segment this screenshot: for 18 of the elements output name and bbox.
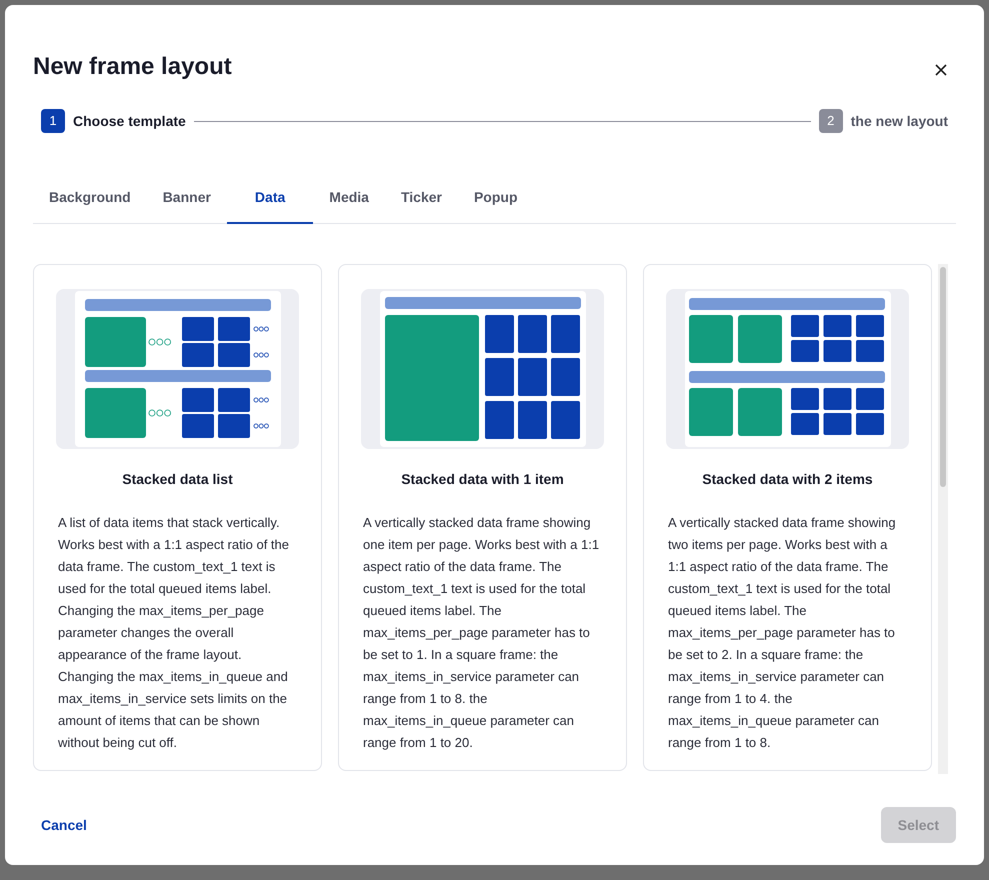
template-title: Stacked data with 1 item [400, 470, 565, 489]
cancel-link[interactable]: Cancel [33, 814, 95, 836]
template-title: Stacked data with 2 items [701, 470, 874, 489]
template-title: Stacked data list [121, 470, 234, 489]
tab[interactable]: Media [313, 187, 385, 224]
dialog-title: New frame layout [33, 52, 232, 82]
step-number: 1 [41, 109, 65, 133]
step-label: Choose template [73, 112, 186, 131]
template-description: A list of data items that stack vertically. Works best with a 1:1 aspect ratio of the data frame. The custom_text_1 text is used for the total queued items label. Changing the max_items_per_page parameter changes the overall appearance of the frame layout. Changing the max_items_in_queue and max_items_in_service sets limits on the amount of items that can be shown without being cut off. [57, 514, 290, 752]
tab[interactable]: Data [226, 187, 314, 224]
tab[interactable]: Ticker [384, 187, 458, 224]
template-description: A vertically stacked data frame showing two items per page. Works best with a 1:1 aspect ratio of the data frame. The custom_text_1 text is used for the total queued items label. The max_items_per_page parameter has to be set to 2. In a square frame: the max_items_in_service parameter can range from 1 to 4. the max_items_in_queue parameter can range from 1 to 8. [667, 514, 897, 752]
step-label: the new layout [850, 112, 948, 131]
tab[interactable]: Popup [458, 187, 534, 224]
tab[interactable]: Background [33, 187, 147, 224]
tab[interactable]: Banner [146, 187, 227, 224]
step-number: 2 [818, 109, 843, 133]
template-description: A vertically stacked data frame showing one item per page. Works best with a 1:1 aspect ratio of the data frame. The custom_text_1 text is used for the total queued items label. The max_items_per_page parameter has to be set to 1. In a square frame: the max_items_in_service parameter can range from 1 to 8. the max_items_in_queue parameter can range from 1 to 20. [362, 514, 600, 752]
